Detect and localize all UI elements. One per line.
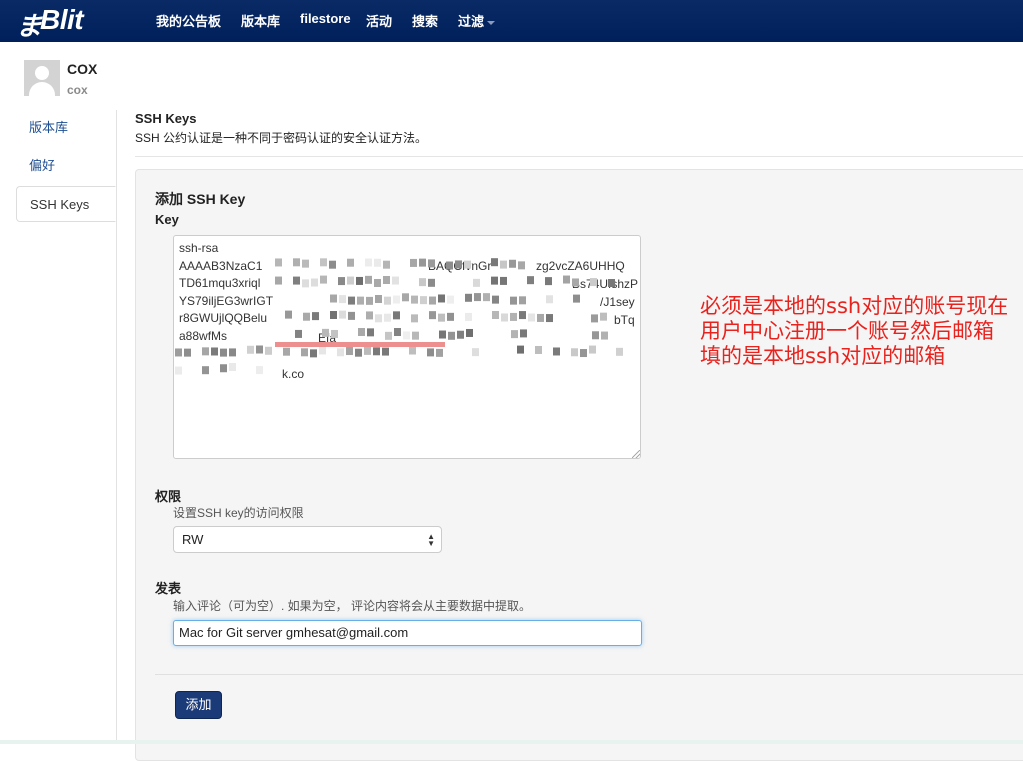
sidebar-divider	[116, 110, 117, 744]
bottom-strip	[0, 740, 1023, 744]
key-fragment: bTq	[614, 313, 635, 327]
avatar-body-shape	[29, 82, 55, 96]
key-fragment: Bs74UfshzP	[572, 277, 639, 291]
permission-selected-value: RW	[182, 532, 204, 547]
permission-select[interactable]: RW ▲ ▼	[173, 526, 442, 553]
top-navbar: ま Blit 我的公告板 版本库 filestore 活动 搜索 过滤	[0, 0, 1023, 42]
avatar-head-shape	[35, 66, 49, 80]
key-fragment: zg2vcZA6UHHQ	[536, 259, 625, 273]
sidebar-item-preferences[interactable]: 偏好	[16, 148, 116, 184]
add-key-button[interactable]: 添加	[175, 691, 222, 719]
nav-repositories[interactable]: 版本库	[241, 11, 280, 30]
nav-search[interactable]: 搜索	[412, 11, 438, 30]
nav-filter-label: 过滤	[458, 14, 485, 29]
permission-hint: 设置SSH key的访问权限	[173, 506, 304, 520]
avatar	[24, 60, 60, 96]
section-divider	[135, 156, 1023, 157]
section-description: SSH 公约认证是一种不同于密码认证的安全认证方法。	[135, 131, 428, 145]
brand-logo[interactable]: ま Blit	[16, 4, 98, 42]
nav-filter-dropdown[interactable]: 过滤	[458, 11, 496, 30]
caret-down-icon	[487, 20, 496, 25]
key-line: YS79iljEG3wrIGT	[179, 293, 274, 308]
resize-handle-icon[interactable]	[632, 450, 640, 458]
nav-activity[interactable]: 活动	[366, 11, 392, 30]
nav-my-dashboard[interactable]: 我的公告板	[156, 11, 221, 30]
user-username: cox	[67, 83, 88, 97]
comment-input[interactable]: Mac for Git server gmhesat@gmail.com	[173, 620, 642, 646]
nav-filestore[interactable]: filestore	[300, 11, 351, 26]
sidebar-item-repositories[interactable]: 版本库	[16, 110, 116, 146]
key-label: Key	[155, 212, 179, 227]
key-fragment: /J1sey	[600, 295, 635, 309]
key-fragment: BAQCfvnGr	[428, 259, 492, 273]
section-title: SSH Keys	[135, 111, 197, 126]
brand-glyph: ま	[16, 12, 43, 42]
permission-label: 权限	[155, 489, 182, 504]
annotation-note: 必须是本地的ssh对应的账号现在用户中心注册一个账号然后邮箱填的是本地ssh对应…	[700, 294, 1009, 368]
key-line: a88wfMs	[179, 328, 228, 343]
key-line: ssh-rsa	[179, 241, 219, 255]
key-fragment: Efa	[318, 331, 337, 345]
comment-hint: 输入评论（可为空）. 如果为空， 评论内容将会从主要数据中提取。	[173, 599, 532, 613]
sidebar-item-ssh-keys[interactable]: SSH Keys	[16, 186, 116, 222]
form-actions-divider	[155, 674, 1023, 675]
comment-label: 发表	[155, 581, 182, 596]
key-fragment: k.co	[282, 367, 305, 381]
brand-text: Blit	[40, 4, 84, 35]
key-line: r8GWUjlQQBelu	[179, 311, 268, 325]
user-display-name: COX	[67, 61, 98, 77]
form-heading: 添加 SSH Key	[155, 191, 246, 207]
key-line: TD61mqu3xriql	[179, 276, 261, 290]
select-updown-icon: ▲ ▼	[427, 532, 435, 548]
